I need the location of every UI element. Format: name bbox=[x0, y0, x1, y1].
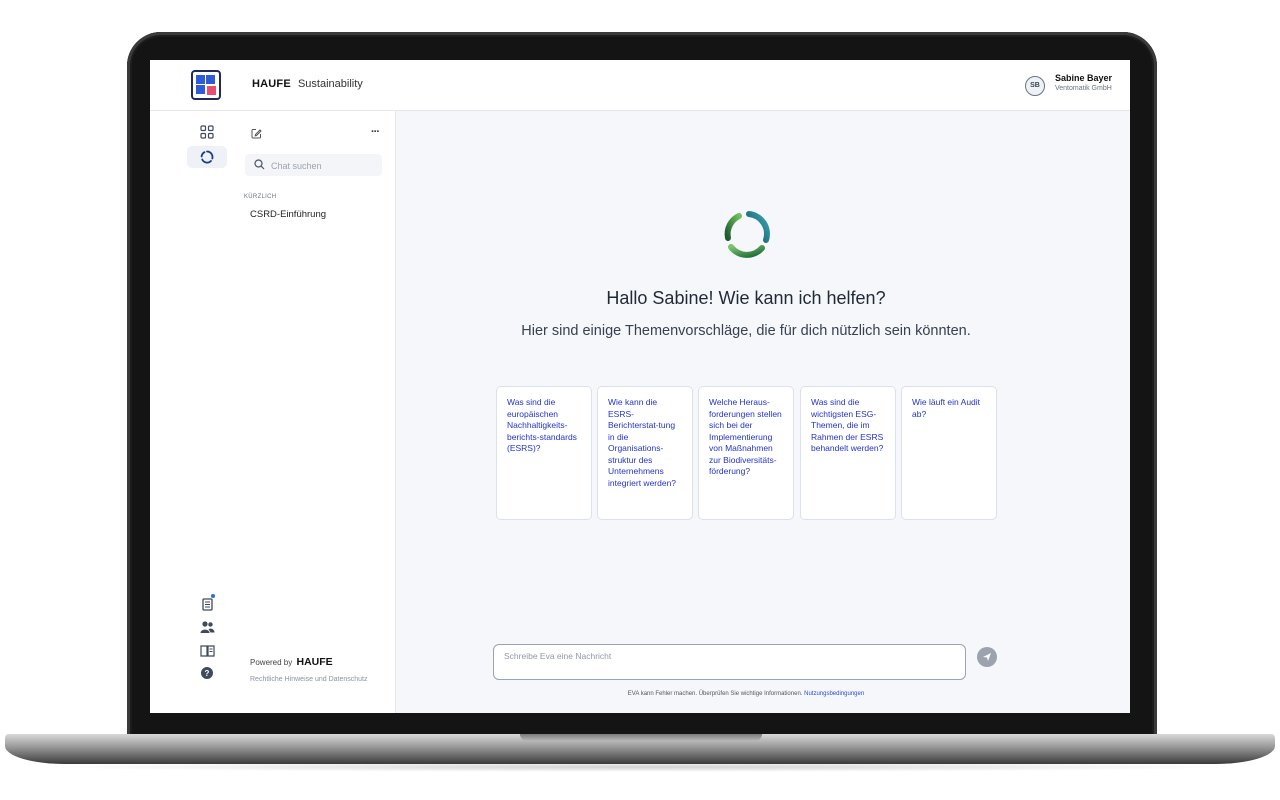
book-icon bbox=[199, 644, 215, 657]
apps-grid-icon bbox=[200, 125, 214, 139]
eva-assistant-icon bbox=[200, 150, 214, 164]
user-company: Ventomatik GmbH bbox=[1054, 85, 1112, 92]
top-header: HAUFE Sustainability SB Sabine Bayer Ven… bbox=[150, 60, 1130, 111]
disclaimer-text: EVA kann Fehler machen. Überprüfen Sie w… bbox=[627, 691, 803, 697]
new-chat-button[interactable] bbox=[251, 128, 262, 142]
terms-link[interactable]: Nutzungsbedingungen bbox=[804, 691, 864, 697]
suggestion-card[interactable]: Was sind die europäischen Nachhaltigkeit… bbox=[496, 386, 592, 520]
new-chat-icon bbox=[251, 129, 262, 139]
help-button[interactable]: ? bbox=[187, 662, 227, 684]
app-screen: HAUFE Sustainability SB Sabine Bayer Ven… bbox=[150, 60, 1130, 713]
book-button[interactable] bbox=[187, 639, 227, 661]
message-input[interactable] bbox=[493, 644, 966, 680]
avatar[interactable]: SB bbox=[1024, 76, 1045, 96]
chat-sidebar: ··· KÜRZLICH CSRD-Einführung Powered by … bbox=[232, 111, 396, 713]
powered-by: Powered by HAUFE bbox=[250, 656, 333, 668]
powered-by-label: Powered by bbox=[250, 658, 293, 667]
disclaimer: EVA kann Fehler machen. Überprüfen Sie w… bbox=[396, 691, 1096, 697]
brand-name: HAUFE bbox=[252, 78, 291, 90]
chat-search[interactable] bbox=[245, 154, 382, 176]
suggestion-card[interactable]: Was sind die wichtigsten ESG-Themen, die… bbox=[800, 386, 896, 520]
help-icon: ? bbox=[201, 667, 213, 679]
icon-rail: ? bbox=[150, 111, 233, 713]
legal-link[interactable]: Rechtliche Hinweise und Datenschutz bbox=[250, 676, 368, 683]
apps-grid-button[interactable] bbox=[187, 121, 227, 143]
more-options-button[interactable]: ··· bbox=[371, 126, 380, 138]
notification-dot bbox=[211, 594, 215, 598]
powered-by-brand: HAUFE bbox=[296, 656, 333, 668]
search-icon bbox=[254, 159, 265, 170]
user-name: Sabine Bayer bbox=[1054, 73, 1112, 83]
brand-title: HAUFE Sustainability bbox=[252, 78, 363, 90]
eva-logo-icon bbox=[724, 211, 770, 258]
suggestion-card[interactable]: Wie läuft ein Audit ab? bbox=[901, 386, 997, 520]
greeting-title: Hallo Sabine! Wie kann ich helfen? bbox=[606, 288, 886, 308]
search-input[interactable] bbox=[269, 157, 381, 175]
svg-text:?: ? bbox=[205, 669, 210, 678]
suggestion-card[interactable]: Wie kann die ESRS-Berichterstat-tung in … bbox=[597, 386, 693, 520]
haufe-app-logo-icon[interactable] bbox=[191, 70, 221, 100]
greeting-subtitle: Hier sind einige Themenvorschläge, die f… bbox=[521, 323, 971, 339]
users-button[interactable] bbox=[187, 616, 227, 638]
user-menu[interactable]: SB Sabine Bayer Ventomatik GmbH bbox=[1024, 73, 1112, 99]
news-icon bbox=[202, 598, 213, 611]
eva-assistant-button[interactable] bbox=[187, 146, 227, 168]
news-button[interactable] bbox=[187, 593, 227, 615]
send-button[interactable] bbox=[977, 647, 997, 667]
users-icon bbox=[200, 621, 214, 633]
laptop-notch bbox=[520, 734, 762, 741]
app-name: Sustainability bbox=[297, 78, 363, 90]
section-label-recent: KÜRZLICH bbox=[244, 194, 277, 200]
recent-chat-item[interactable]: CSRD-Einführung bbox=[250, 209, 326, 220]
message-composer: EVA kann Fehler machen. Überprüfen Sie w… bbox=[396, 624, 1130, 713]
suggestion-card[interactable]: Welche Heraus-forderungen stellen sich b… bbox=[698, 386, 794, 520]
send-icon bbox=[983, 653, 991, 661]
main-chat-area: Hallo Sabine! Wie kann ich helfen? Hier … bbox=[396, 111, 1130, 713]
